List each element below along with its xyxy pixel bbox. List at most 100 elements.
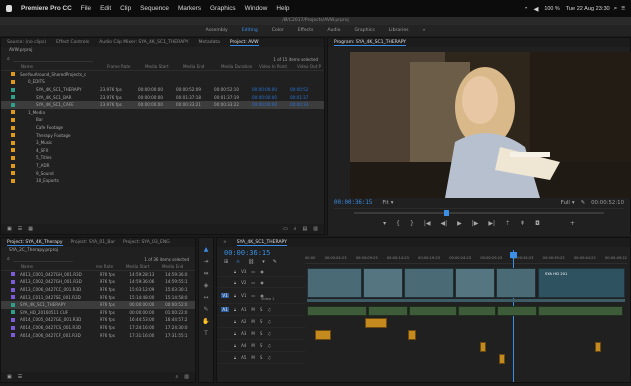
tab-source[interactable]: Source: (no clips): [7, 40, 46, 45]
video-clip[interactable]: [404, 268, 454, 298]
solo-icon[interactable]: S: [260, 355, 263, 360]
go-to-in-icon[interactable]: |◀: [424, 220, 431, 227]
playhead-marker[interactable]: [444, 210, 449, 216]
workspace-libraries[interactable]: Libraries: [389, 28, 409, 33]
column-media-start[interactable]: Media Start: [126, 264, 162, 269]
project-row[interactable]: Cafe Footage: [1, 124, 324, 132]
track-header-v3[interactable]: 🔒︎ V3 ▭ ◉: [217, 266, 305, 277]
project-row[interactable]: Therapy Footage: [1, 131, 324, 139]
bin-row[interactable]: A014_C006_0427CF_001.R3D 976 fps 17:31:1…: [1, 331, 195, 339]
mic-icon[interactable]: ♫: [267, 307, 271, 312]
project-row[interactable]: SYA_4K_SC1_CAFE 23.976 fps 00:00:00:00 00:0…: [1, 100, 324, 109]
sync-icon[interactable]: ▭: [251, 269, 255, 274]
tab-project-eng[interactable]: Project: SYA_03_ENG: [123, 240, 170, 245]
audio-clip[interactable]: [538, 306, 623, 316]
apple-icon[interactable]: [6, 5, 12, 12]
bin-row[interactable]: A014_C005_0427GE_001.R3D 976 fps 16:44:5…: [1, 316, 195, 324]
project-row[interactable]: 0_EDITS: [1, 78, 324, 86]
timeline-timecode[interactable]: 00:00:36:15: [224, 249, 270, 257]
mute-icon[interactable]: M: [251, 343, 254, 348]
lock-icon[interactable]: 🔒︎: [234, 319, 236, 324]
column-video-out[interactable]: Video Out P: [297, 64, 323, 69]
workspace-effects[interactable]: Effects: [298, 28, 314, 33]
lock-icon[interactable]: 🔒︎: [234, 307, 236, 312]
workspace-assembly[interactable]: Assembly: [206, 28, 228, 33]
volume-icon[interactable]: ◀: [533, 5, 538, 13]
column-name[interactable]: Name: [1, 264, 96, 269]
tab-program[interactable]: Program: SYA_4K_SC1_THERAPY: [334, 40, 407, 46]
audio-clip[interactable]: [458, 306, 496, 316]
column-media-duration[interactable]: Media Duration: [221, 64, 259, 69]
project-row[interactable]: 9_Sound: [1, 169, 324, 177]
timeline-ruler[interactable]: 00:00 00:00:04:23 00:00:09:23 00:00:14:23 00…: [305, 250, 627, 264]
search-icon[interactable]: ⌕: [614, 5, 618, 13]
sync-icon[interactable]: ▭: [251, 280, 255, 285]
solo-icon[interactable]: S: [260, 319, 263, 324]
program-timecode[interactable]: 00:00:36:15: [334, 200, 372, 206]
bin-row[interactable]: A013_C001_0427GH_001.R3D 976 fps 14:59:2…: [1, 271, 195, 279]
project-row[interactable]: SeeYouAround_SharedProjects_c: [1, 71, 324, 79]
step-back-icon[interactable]: ◀|: [440, 220, 447, 227]
column-name[interactable]: Name: [1, 64, 107, 69]
close-icon[interactable]: ×: [223, 240, 227, 245]
column-frame-rate[interactable]: Frame Rate: [107, 64, 145, 69]
bin-row[interactable]: A013_C011_0427SE_001.R3D 976 fps 15:14:4…: [1, 293, 195, 301]
new-bin-icon[interactable]: ▭: [283, 226, 288, 232]
settings-icon[interactable]: ✎: [273, 259, 277, 265]
audio-clip[interactable]: [307, 306, 367, 316]
lock-icon[interactable]: 🔒︎: [234, 355, 236, 360]
tab-sequence[interactable]: SYA_4K_SC1_THERAPY: [236, 240, 287, 246]
menu-file[interactable]: File: [81, 5, 91, 12]
track-header-a2[interactable]: 🔒︎ A2 M S ♫: [217, 316, 305, 328]
audio-clip[interactable]: [595, 342, 601, 352]
column-video-in[interactable]: Video In Point: [259, 64, 297, 69]
track-select-icon[interactable]: ⇥: [203, 258, 208, 265]
solo-icon[interactable]: S: [260, 307, 263, 312]
column-media-start[interactable]: Media Start: [145, 64, 183, 69]
mute-icon[interactable]: M: [251, 331, 254, 336]
hand-tool-icon[interactable]: ✋: [202, 318, 209, 325]
step-forward-icon[interactable]: |▶: [472, 220, 479, 227]
tab-project-therapy[interactable]: Project: SYA_4K_Therapy: [7, 240, 63, 246]
eye-icon[interactable]: ◉: [260, 280, 264, 285]
chevron-down-icon[interactable]: ▾: [391, 200, 394, 206]
sync-icon[interactable]: ▭: [251, 293, 255, 298]
marker-icon[interactable]: ▾: [383, 220, 386, 227]
mute-icon[interactable]: M: [251, 319, 254, 324]
audio-clip[interactable]: [408, 330, 416, 340]
project-search-input[interactable]: [12, 57, 93, 62]
clock[interactable]: Tue 22 Aug 23:30: [566, 6, 610, 12]
project-row[interactable]: 3_Music: [1, 139, 324, 147]
mic-icon[interactable]: ♫: [267, 319, 271, 324]
list-view-icon[interactable]: ☰: [18, 374, 22, 380]
snap-icon[interactable]: ∩: [236, 259, 240, 265]
lock-icon[interactable]: ▣: [7, 374, 12, 380]
column-media-end[interactable]: Media End: [183, 64, 221, 69]
bin-row[interactable]: SYA_HD_20160511 CUF 976 fps 00:00:00:00 …: [1, 309, 195, 317]
go-to-out-icon[interactable]: ▶|: [488, 220, 495, 227]
mute-icon[interactable]: M: [251, 307, 254, 312]
mic-icon[interactable]: ♫: [267, 355, 271, 360]
bin-row[interactable]: A013_C006_0427CC_001.R3D 976 fps 15:03:1…: [1, 286, 195, 294]
tab-project[interactable]: Project: AVW: [229, 40, 259, 46]
mic-icon[interactable]: ♫: [267, 343, 271, 348]
workspace-editing[interactable]: Editing: [242, 28, 258, 33]
new-item-icon[interactable]: ▤: [303, 226, 308, 232]
search-icon[interactable]: ⌕: [175, 374, 178, 380]
add-icon[interactable]: +: [570, 220, 575, 227]
ripple-edit-icon[interactable]: ⇹: [203, 270, 208, 277]
bin-search-input[interactable]: [12, 257, 73, 262]
mute-icon[interactable]: M: [251, 355, 254, 360]
track-header-a5[interactable]: 🔒︎ A5 M S ♫: [217, 352, 305, 364]
icon-view-icon[interactable]: ▦: [28, 226, 33, 232]
program-fit-select[interactable]: Fit: [382, 200, 388, 206]
workspace-graphics[interactable]: Graphics: [354, 28, 374, 33]
tab-project-bar[interactable]: Project: SYA_01_Bar: [71, 240, 116, 245]
wrench-icon[interactable]: ✎: [581, 200, 586, 206]
trash-icon[interactable]: ▥: [184, 374, 189, 380]
bin-row[interactable]: A013_C002_0427GH_001.R3D 976 fps 14:59:3…: [1, 278, 195, 286]
workspace-audio[interactable]: Audio: [327, 28, 340, 33]
project-row[interactable]: 1_Media: [1, 109, 324, 117]
tab-effect-controls[interactable]: Effect Controls: [56, 40, 89, 45]
pen-tool-icon[interactable]: ✎: [203, 306, 208, 313]
